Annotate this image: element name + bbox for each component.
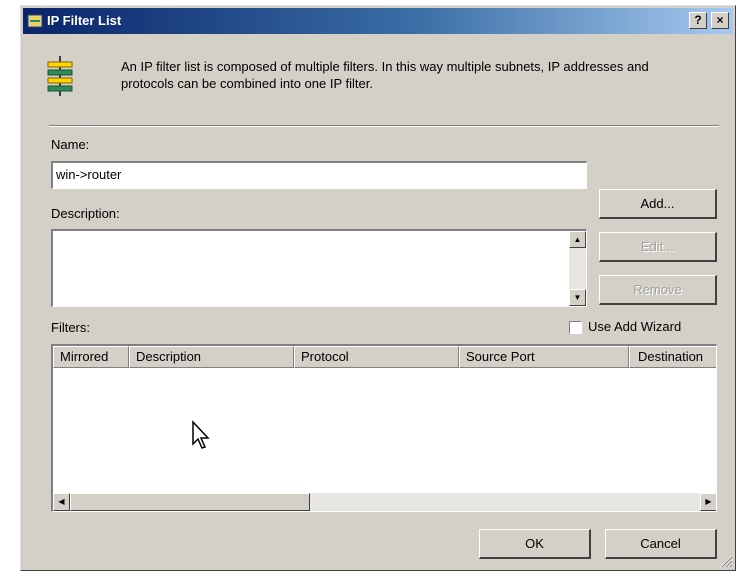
description-label: Description: xyxy=(51,206,120,221)
name-field[interactable]: win->router xyxy=(51,161,587,189)
filters-column-headers: Mirrored Description Protocol Source Por… xyxy=(53,346,716,368)
scroll-right-button[interactable]: ▶ xyxy=(700,493,716,511)
help-button[interactable]: ? xyxy=(689,12,707,29)
separator xyxy=(49,125,719,127)
column-header-destination[interactable]: Destination xyxy=(629,346,716,368)
column-header-protocol[interactable]: Protocol xyxy=(294,346,459,368)
ok-button[interactable]: OK xyxy=(479,529,591,559)
column-header-source-port[interactable]: Source Port xyxy=(459,346,629,368)
name-label: Name: xyxy=(51,137,90,152)
use-add-wizard-label[interactable]: Use Add Wizard xyxy=(588,319,681,334)
title-bar[interactable]: IP Filter List ? × xyxy=(23,8,733,34)
scroll-up-button[interactable]: ▲ xyxy=(569,231,586,248)
filters-label: Filters: xyxy=(51,320,90,335)
column-header-description[interactable]: Description xyxy=(129,346,294,368)
ip-filter-list-dialog: IP Filter List ? × An IP filter list is … xyxy=(20,5,736,571)
use-add-wizard-checkbox[interactable] xyxy=(569,321,582,334)
filters-list[interactable]: Mirrored Description Protocol Source Por… xyxy=(51,344,717,512)
close-button[interactable]: × xyxy=(711,12,729,29)
description-field[interactable]: ▲ ▼ xyxy=(51,229,587,307)
resize-grip-icon[interactable] xyxy=(719,554,733,568)
scroll-down-button[interactable]: ▼ xyxy=(569,289,586,306)
add-button[interactable]: Add... xyxy=(599,189,717,219)
description-scrollbar[interactable]: ▲ ▼ xyxy=(569,231,586,306)
remove-button[interactable]: Remove xyxy=(599,275,717,305)
column-header-mirrored[interactable]: Mirrored xyxy=(53,346,129,368)
scroll-thumb[interactable] xyxy=(70,493,310,511)
filters-horizontal-scrollbar[interactable]: ◀ ▶ xyxy=(53,493,716,511)
scroll-left-button[interactable]: ◀ xyxy=(53,493,70,511)
window-title: IP Filter List xyxy=(47,13,122,28)
filter-list-icon xyxy=(47,56,73,96)
filter-list-icon xyxy=(27,14,43,28)
mouse-pointer-icon xyxy=(192,420,210,449)
edit-button[interactable]: Edit... xyxy=(599,232,717,262)
intro-text: An IP filter list is composed of multipl… xyxy=(121,59,649,91)
cancel-button[interactable]: Cancel xyxy=(605,529,717,559)
